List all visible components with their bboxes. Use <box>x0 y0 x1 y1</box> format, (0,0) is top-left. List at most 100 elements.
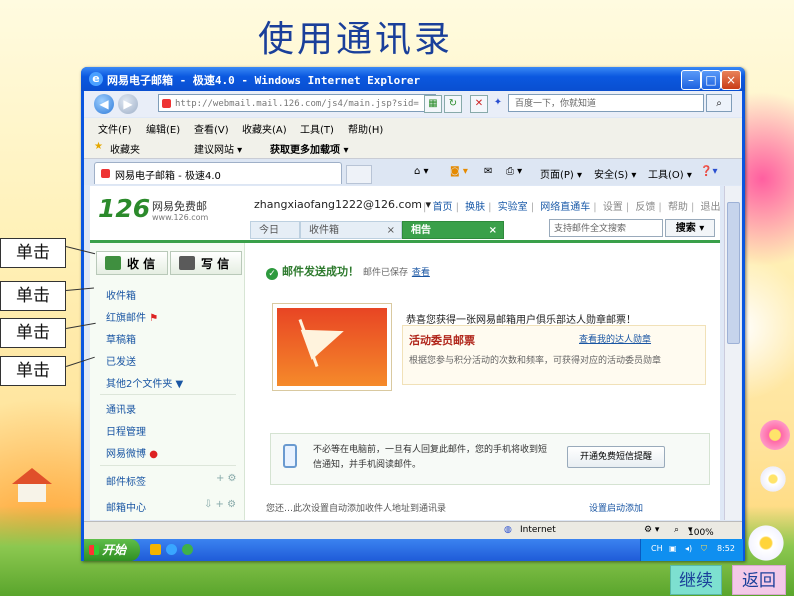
top-link-feedback[interactable]: 反馈 <box>635 202 655 213</box>
view-medal-link[interactable]: 查看我的达人勋章 <box>579 332 651 345</box>
folder-drafts[interactable]: 草稿箱 <box>106 331 136 346</box>
browser-tab[interactable]: 网易电子邮箱 - 极速4.0 <box>94 162 342 184</box>
start-button[interactable]: 开始 <box>84 539 140 561</box>
sidebar-divider <box>100 394 236 395</box>
mail-tab-inbox[interactable]: 收件箱 × <box>300 221 402 239</box>
top-link-lab[interactable]: 实验室 <box>498 202 528 213</box>
menu-view[interactable]: 查看(V) <box>194 121 229 136</box>
refresh-icon[interactable]: ↻ <box>444 95 462 113</box>
window-title: 网易电子邮箱 - 极速4.0 - Windows Internet Explor… <box>107 74 421 87</box>
suggested-sites-link[interactable]: 建议网站 ▾ <box>194 141 242 156</box>
mail-search-button[interactable]: 搜索 ▾ <box>665 219 715 237</box>
close-button[interactable]: × <box>721 70 741 90</box>
zoom-level[interactable]: 100% ▾ <box>688 525 714 538</box>
click-callout-1: 单击 <box>0 238 66 268</box>
contacts-link[interactable]: 通讯录 <box>106 401 136 416</box>
mail-tab-today[interactable]: 今日 <box>250 221 300 239</box>
top-link-skin[interactable]: 换肤 <box>465 202 485 213</box>
quicklaunch-app-icon[interactable] <box>182 544 193 555</box>
help-icon[interactable]: ❓▾ <box>700 166 717 177</box>
folder-sent[interactable]: 已发送 <box>106 353 136 368</box>
auto-add-link[interactable]: 设置启动添加 <box>589 501 643 514</box>
page-menu[interactable]: 页面(P) ▾ <box>540 166 582 181</box>
folder-flagged[interactable]: 红旗邮件 ⚑ <box>106 309 158 324</box>
favorites-bar: ★ 收藏夹 建议网站 ▾ 获取更多加载项 ▾ <box>84 136 742 159</box>
home-icon[interactable]: ⌂ ▾ <box>414 166 429 177</box>
more-addons-link[interactable]: 获取更多加载项 ▾ <box>270 141 349 156</box>
safety-menu[interactable]: 安全(S) ▾ <box>594 166 636 181</box>
feeds-icon[interactable]: ◙ ▾ <box>450 166 468 177</box>
center-actions[interactable]: ⇩ + ⚙ <box>204 499 236 510</box>
vertical-scrollbar[interactable] <box>724 186 741 520</box>
menu-favorites[interactable]: 收藏夹(A) <box>242 121 287 136</box>
mail-labels-link[interactable]: 邮件标签 <box>106 473 146 488</box>
congrats-text: 恭喜您获得一张网易邮箱用户俱乐部达人勋章邮票！ <box>406 315 636 326</box>
activity-title: 活动委员邮票 <box>409 334 475 347</box>
weibo-icon: ● <box>149 449 158 460</box>
quicklaunch-media-icon[interactable] <box>150 544 161 555</box>
folder-others[interactable]: 其他2个文件夹 ▼ <box>106 375 183 390</box>
stop-icon[interactable]: ✕ <box>470 95 488 113</box>
minimize-button[interactable]: – <box>681 70 701 90</box>
top-link-direct[interactable]: 网络直通车 <box>540 202 590 213</box>
top-links: | 首页 | 换肤 | 实验室 | 网络直通车 | 设置 | 反馈 | 帮助 | 退出 <box>423 202 721 213</box>
new-tab-button[interactable] <box>346 165 372 184</box>
windows-logo-icon <box>89 545 99 555</box>
maximize-button[interactable]: □ <box>701 70 721 90</box>
click-callout-2: 单击 <box>0 281 66 311</box>
back-arrow-icon[interactable]: ◀ <box>94 94 114 114</box>
quicklaunch-ie-icon[interactable] <box>166 544 177 555</box>
search-input[interactable]: 百度一下，你就知道 <box>508 94 704 112</box>
close-icon[interactable]: × <box>387 222 395 240</box>
top-link-home[interactable]: 首页 <box>433 202 453 213</box>
slide-title: 使用通讯录 <box>258 19 454 60</box>
sms-enable-button[interactable]: 开通免费短信提醒 <box>567 446 665 468</box>
taskbar: 开始 CH ▣ ◂) ⛉ 8:52 <box>84 539 743 561</box>
mail-tab-notice[interactable]: 相告 × <box>402 221 504 239</box>
scrollbar-thumb[interactable] <box>727 202 740 344</box>
back-button[interactable]: 返回 <box>732 565 786 595</box>
search-icon[interactable]: ⌕ <box>706 94 732 112</box>
address-bar[interactable]: http://webmail.mail.126.com/js4/main.jsp… <box>158 94 436 112</box>
mail-icon[interactable]: ✉ <box>484 166 492 177</box>
menu-file[interactable]: 文件(F) <box>98 121 132 136</box>
mail-page: 126 网易免费邮 www.126.com zhangxiaofang1222@… <box>90 186 720 520</box>
top-link-help[interactable]: 帮助 <box>668 202 688 213</box>
language-indicator[interactable]: CH <box>651 544 663 553</box>
ie-window: e 网易电子邮箱 - 极速4.0 - Windows Internet Expl… <box>81 67 745 561</box>
protected-mode-icon[interactable]: ⚙ ▾ <box>644 525 659 535</box>
close-icon[interactable]: × <box>489 222 497 240</box>
auto-add-text: 您还…此次设置自动添加收件人地址到通讯录 <box>266 504 447 514</box>
mailbox-center-link[interactable]: 邮箱中心 <box>106 499 146 514</box>
write-button[interactable]: 写 信 <box>170 251 242 275</box>
tray-volume-icon[interactable]: ◂) <box>685 544 692 553</box>
menu-help[interactable]: 帮助(H) <box>348 121 383 136</box>
compat-view-icon[interactable]: ▦ <box>424 95 442 113</box>
mail-sidebar: 收 信 写 信 收件箱 红旗邮件 ⚑ 草稿箱 已发送 其他2个文件夹 ▼ 通讯录… <box>90 243 245 520</box>
tray-shield-icon[interactable]: ⛉ <box>701 544 707 554</box>
fulltext-search-input[interactable]: 支持邮件全文搜索 <box>549 219 663 237</box>
tray-network-icon[interactable]: ▣ <box>669 544 677 553</box>
weibo-link[interactable]: 网易微博 ● <box>106 445 158 460</box>
continue-button[interactable]: 继续 <box>670 565 722 595</box>
window-titlebar: e 网易电子邮箱 - 极速4.0 - Windows Internet Expl… <box>81 67 745 91</box>
status-bar: ◍ Internet ⚙ ▾ ⌕ 100% ▾ <box>84 521 742 540</box>
check-icon: ✓ <box>266 268 278 280</box>
window-client: ◀ ▶ http://webmail.mail.126.com/js4/main… <box>84 91 743 561</box>
menu-edit[interactable]: 编辑(E) <box>146 121 180 136</box>
folder-inbox[interactable]: 收件箱 <box>106 287 136 302</box>
top-link-settings[interactable]: 设置 <box>603 202 623 213</box>
baidu-icon: ✦ <box>493 97 503 108</box>
view-saved-link[interactable]: 查看 <box>412 268 430 278</box>
print-icon[interactable]: ⎙ ▾ <box>506 166 522 177</box>
account-menu[interactable]: zhangxiaofang1222@126.com ▾ <box>254 198 431 211</box>
labels-actions[interactable]: + ⚙ <box>216 473 237 484</box>
calendar-link[interactable]: 日程管理 <box>106 423 146 438</box>
top-link-logout[interactable]: 退出 <box>701 202 721 213</box>
forward-arrow-icon[interactable]: ▶ <box>118 94 138 114</box>
favorites-button[interactable]: 收藏夹 <box>110 141 140 156</box>
menu-tools[interactable]: 工具(T) <box>300 121 334 136</box>
menu-bar: 文件(F) 编辑(E) 查看(V) 收藏夹(A) 工具(T) 帮助(H) <box>84 118 742 136</box>
receive-button[interactable]: 收 信 <box>96 251 168 275</box>
tools-menu[interactable]: 工具(O) ▾ <box>648 166 692 181</box>
